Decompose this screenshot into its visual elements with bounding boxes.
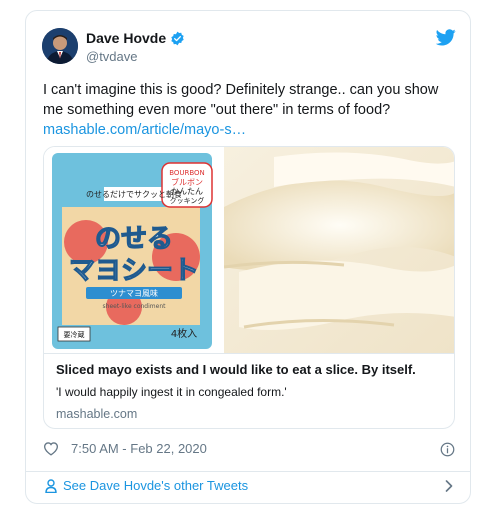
link-preview-card[interactable]: BOURBON ブルボン かんたん クッキング のせるだけでサクッと朝食 のせる… <box>43 146 455 429</box>
package-badge-line1: ブルボン <box>171 177 203 187</box>
avatar[interactable] <box>42 28 78 64</box>
tweet-meta: 7:50 AM - Feb 22, 2020 <box>43 441 207 456</box>
author-handle[interactable]: @tvdave <box>86 49 138 64</box>
package-storage: 要冷蔵 <box>64 330 85 339</box>
tweet-timestamp[interactable]: 7:50 AM - Feb 22, 2020 <box>71 441 207 456</box>
package-product-line1: のせる <box>95 224 173 254</box>
link-preview-domain: mashable.com <box>56 407 138 421</box>
preview-image: BOURBON ブルボン かんたん クッキング のせるだけでサクッと朝食 のせる… <box>44 147 454 353</box>
twitter-bird-icon[interactable] <box>436 29 456 46</box>
heart-icon[interactable] <box>43 441 59 456</box>
package-tagline: のせるだけでサクッと朝食 <box>86 189 182 199</box>
info-icon[interactable] <box>440 442 455 457</box>
tweet-card: Dave Hovde @tvdave I can't imagine this … <box>25 10 471 504</box>
package-count: 4枚入 <box>171 327 197 340</box>
tweet-link[interactable]: mashable.com/article/mayo-s… <box>43 120 443 140</box>
package-product-line2: マヨシート <box>69 256 199 286</box>
package-subtitle: sheet-like condiment <box>103 303 167 310</box>
person-icon <box>45 479 57 493</box>
package-flavor: ツナマヨ風味 <box>110 288 158 298</box>
link-preview-description: 'I would happily ingest it in congealed … <box>56 385 287 399</box>
verified-badge-icon <box>171 31 184 45</box>
package-brand: BOURBON <box>169 169 205 177</box>
tweet-body: I can't imagine this is good? Definitely… <box>43 82 439 118</box>
chevron-right-icon[interactable] <box>445 480 453 492</box>
author-name-row: Dave Hovde <box>86 30 185 46</box>
tweet-text: I can't imagine this is good? Definitely… <box>43 80 443 140</box>
more-tweets-row[interactable]: See Dave Hovde's other Tweets <box>26 472 470 503</box>
link-preview-text: Sliced mayo exists and I would like to e… <box>44 353 454 428</box>
author-name[interactable]: Dave Hovde <box>86 30 166 46</box>
more-tweets-link[interactable]: See Dave Hovde's other Tweets <box>63 478 248 493</box>
link-preview-title: Sliced mayo exists and I would like to e… <box>56 362 416 377</box>
